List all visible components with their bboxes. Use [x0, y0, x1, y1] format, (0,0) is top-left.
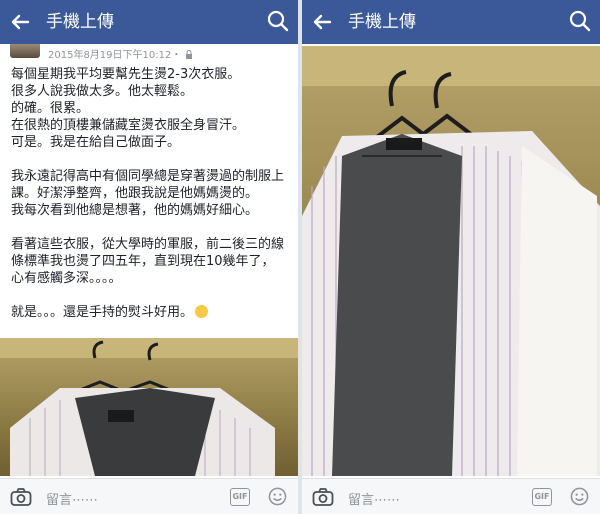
top-bar: 手機上傳 [302, 0, 600, 44]
timestamp-text: 2015年8月19日下午10:12・ [48, 50, 182, 61]
post-line: 看著這些衣服，從大學時的軍服，前二後三的線 [11, 237, 285, 252]
gif-icon[interactable]: GIF [532, 488, 552, 506]
post-line: 心有感觸多深。。。。 [11, 271, 122, 286]
camera-icon[interactable] [10, 487, 32, 507]
post-line: 條標準我也燙了四五年，直到現在10幾年了， [11, 254, 275, 269]
page-title: 手機上傳 [46, 12, 114, 32]
shirt-photo-drawing [302, 46, 600, 476]
post-text: 每個星期我平均要幫先生燙2-3次衣服。 很多人說我做太多。他太輕鬆。 的確。很累… [11, 66, 293, 321]
post-line: 我每次看到他總是想著，他的媽媽好細心。 [11, 203, 259, 218]
post-line: 很多人說我做太多。他太輕鬆。 [11, 84, 194, 99]
comment-input[interactable]: 留言⋯⋯ [348, 489, 400, 508]
comment-bar: 留言⋯⋯ GIF [302, 478, 600, 514]
right-screenshot: 手機上傳 留言⋯⋯ GIF [302, 0, 600, 514]
post-line: 在很熱的頂樓兼儲藏室燙衣服全身冒汗。 [11, 118, 246, 133]
comment-bar: 留言⋯⋯ GIF [0, 478, 298, 514]
lock-icon [185, 50, 192, 59]
comment-input[interactable]: 留言⋯⋯ [46, 489, 98, 508]
back-arrow-icon[interactable] [310, 10, 334, 34]
post-line: 就是。。。還是手持的熨斗好用。 [11, 305, 194, 320]
shirt-photo[interactable] [302, 46, 600, 476]
post-line: 每個星期我平均要幫先生燙2-3次衣服。 [11, 67, 241, 82]
search-icon[interactable] [266, 9, 290, 33]
search-icon[interactable] [568, 9, 592, 33]
post-last-line: 就是。。。還是手持的熨斗好用。 [11, 304, 293, 321]
post-line: 的確。很累。 [11, 101, 90, 116]
post-line: 可是。我是在給自己做面子。 [11, 135, 181, 150]
post-line: 課。好潔淨整齊，他跟我說是他媽媽燙的。 [11, 186, 259, 201]
smiley-icon[interactable] [268, 487, 287, 506]
smiley-icon[interactable] [570, 487, 589, 506]
shirt-photo-drawing [0, 338, 298, 476]
back-arrow-icon[interactable] [8, 10, 32, 34]
grin-emoji-icon [195, 305, 209, 318]
shirt-photo[interactable] [0, 338, 298, 476]
page-title: 手機上傳 [348, 12, 416, 32]
post-timestamp: 2015年8月19日下午10:12・ [48, 46, 193, 61]
left-screenshot: 手機上傳 2015年8月19日下午10:12・ 每個星期我平均要幫先生燙2-3次… [0, 0, 298, 514]
post-line: 我永遠記得高中有個同學總是穿著燙過的制服上 [11, 169, 285, 184]
avatar[interactable] [10, 44, 40, 58]
top-bar: 手機上傳 [0, 0, 298, 44]
camera-icon[interactable] [312, 487, 334, 507]
gif-icon[interactable]: GIF [230, 488, 250, 506]
